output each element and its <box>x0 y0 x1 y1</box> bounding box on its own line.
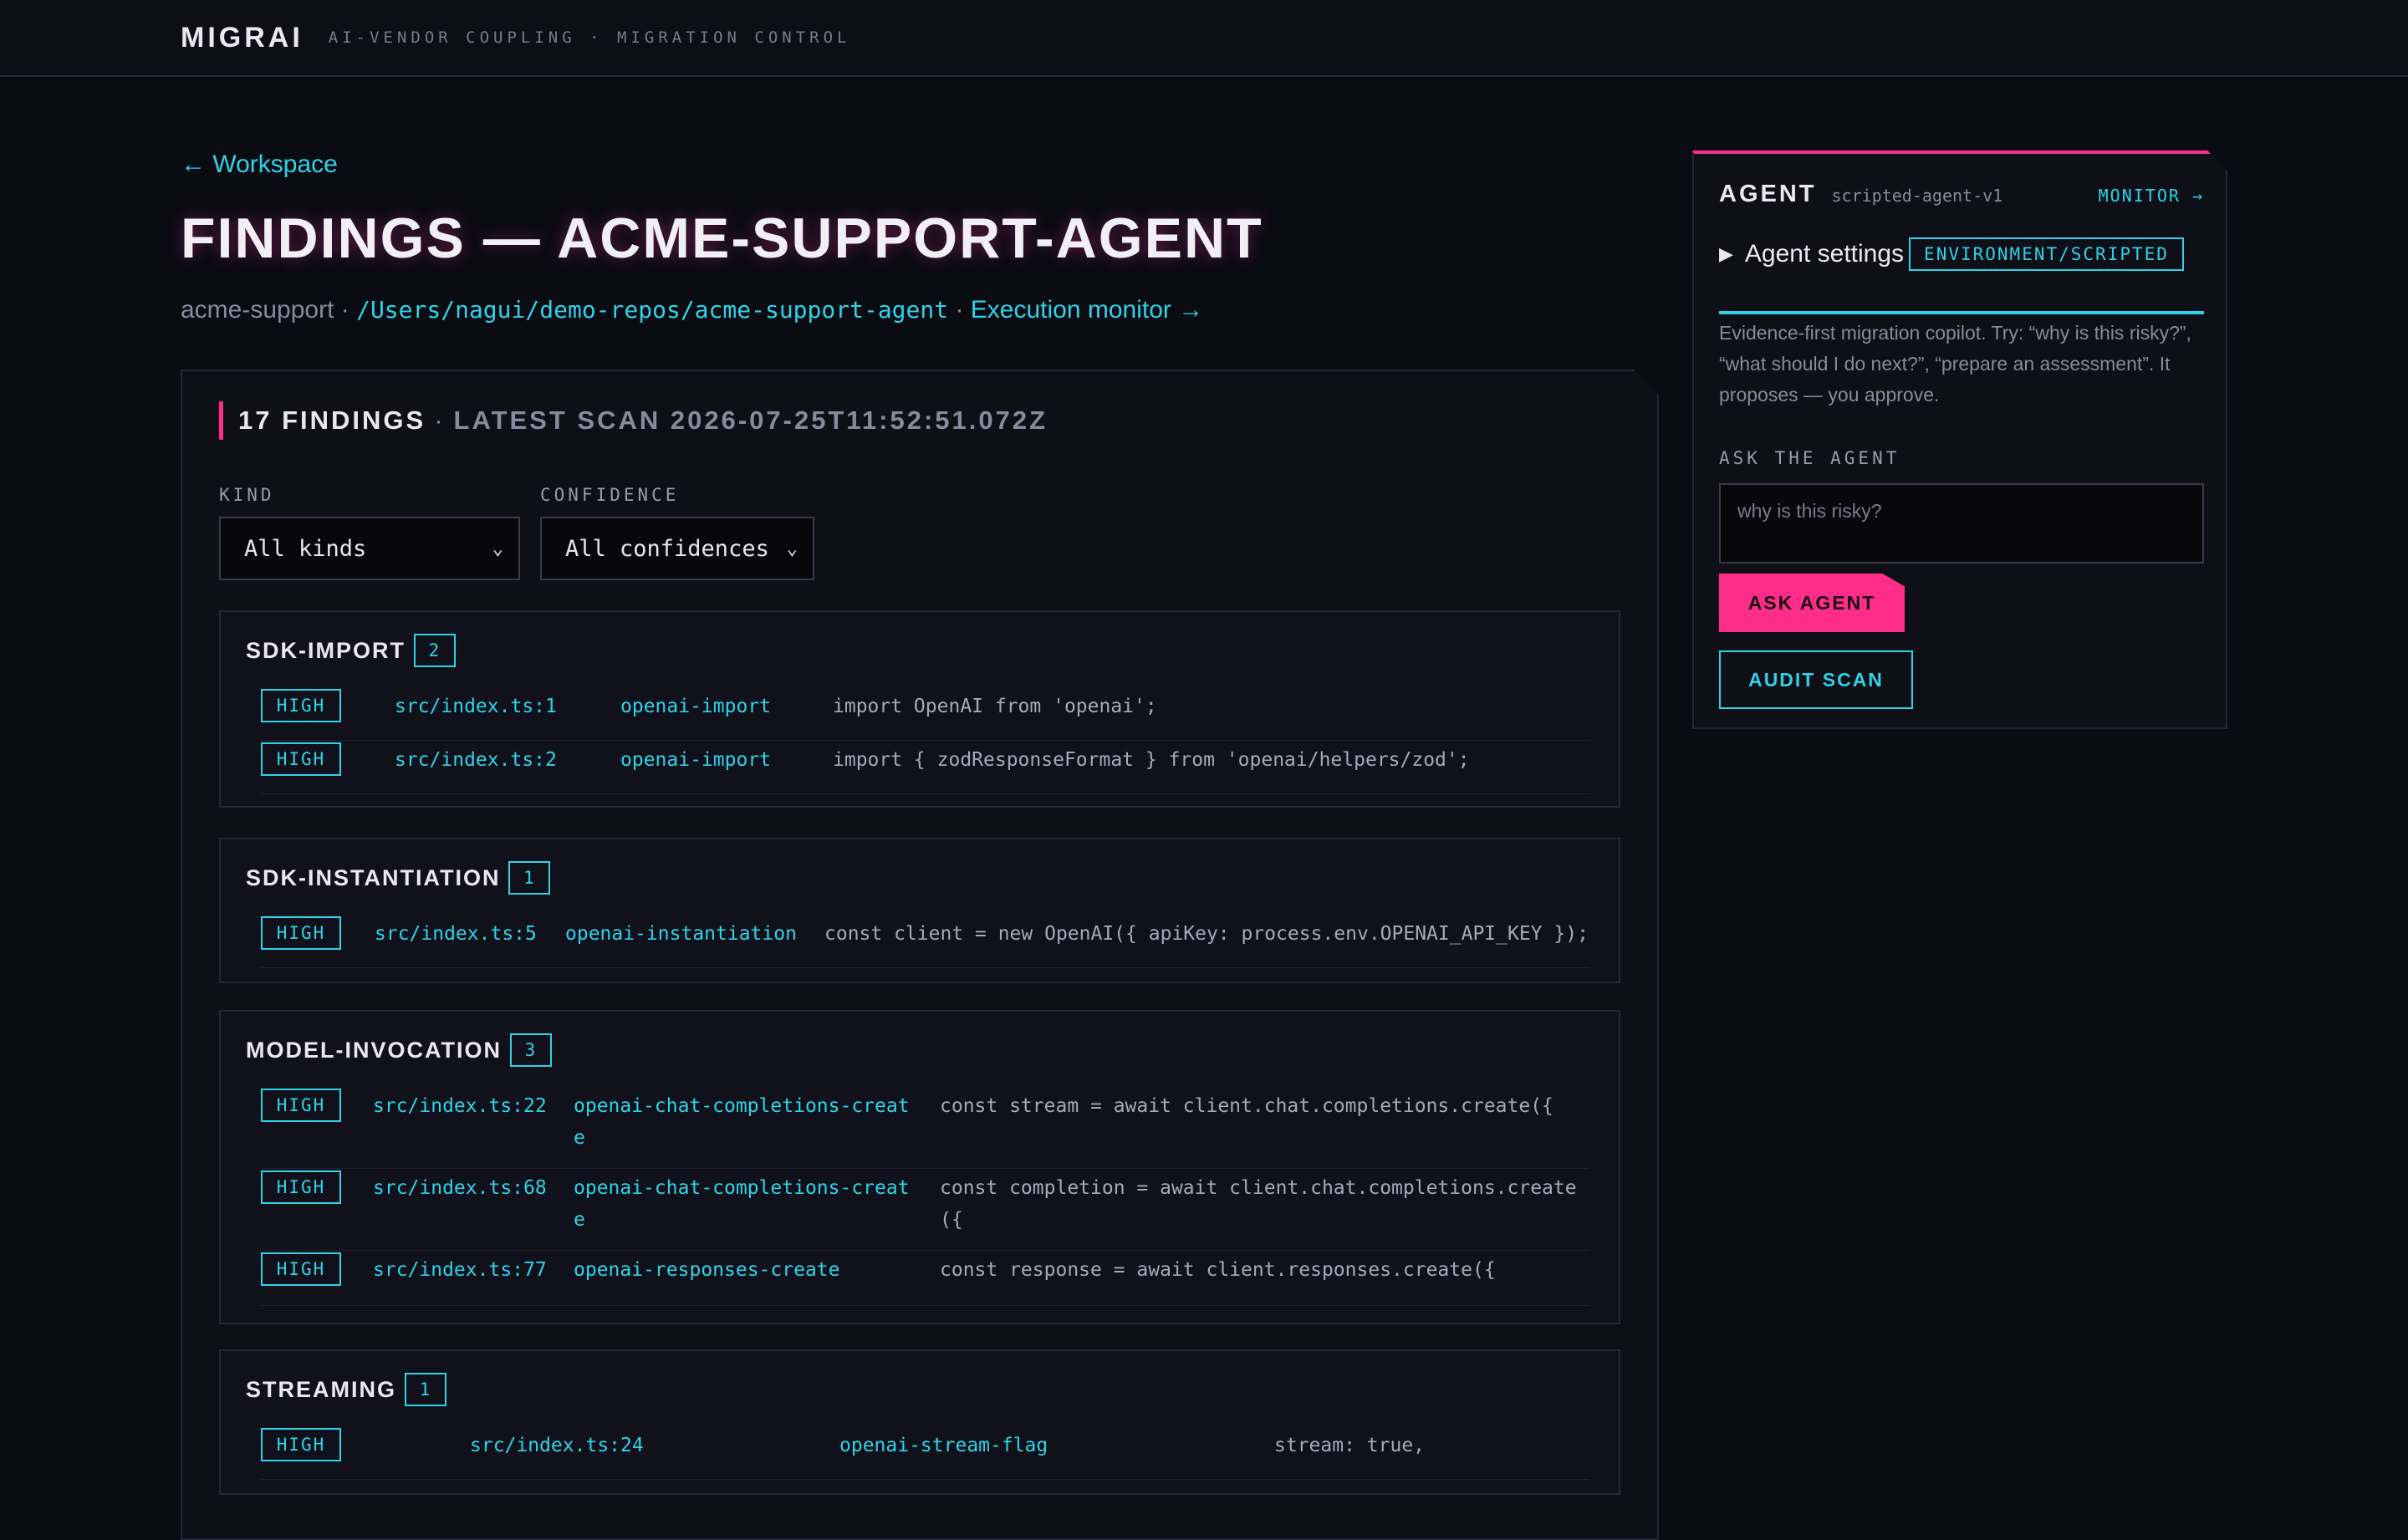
finding-code: stream: true, <box>1274 1435 1426 1456</box>
brand-logo[interactable]: MIGRAI <box>181 22 304 54</box>
kind-select-value: All kinds <box>244 535 367 562</box>
finding-code: const client = new OpenAI({ apiKey: proc… <box>824 923 1589 945</box>
brand-tagline: AI-VENDOR COUPLING · MIGRATION CONTROL <box>328 28 851 47</box>
agent-label: AGENT <box>1719 181 1817 207</box>
panel-corner-notch <box>2207 150 2227 171</box>
findings-count: 17 FINDINGS <box>238 405 426 435</box>
header-separator: · <box>434 405 446 435</box>
finding-rule-wrap: e <box>574 1127 585 1149</box>
group-sdk-instantiation: SDK-INSTANTIATION 1 HIGH src/index.ts:5 … <box>219 838 1620 983</box>
page-header: ← Workspace FINDINGS — ACME-SUPPORT-AGEN… <box>181 150 1661 324</box>
group-title: SDK-INSTANTIATION 1 <box>246 861 551 895</box>
finding-file-link[interactable]: src/index.ts:1 <box>395 696 557 717</box>
group-count-badge: 3 <box>509 1033 552 1067</box>
severity-badge: HIGH <box>261 1252 341 1286</box>
finding-file-link[interactable]: src/index.ts:68 <box>373 1177 547 1199</box>
filters: KIND All kinds ⌄ CONFIDENCE All confiden… <box>219 485 814 580</box>
latest-scan-timestamp: LATEST SCAN 2026-07-25T11:52:51.072Z <box>453 405 1048 435</box>
finding-rule: openai-import <box>620 749 772 771</box>
divider <box>1719 311 2204 314</box>
findings-panel: 17 FINDINGS · LATEST SCAN 2026-07-25T11:… <box>181 370 1659 1540</box>
group-model-invocation: MODEL-INVOCATION 3 HIGH src/index.ts:22 … <box>219 1010 1620 1324</box>
table-row[interactable]: HIGH src/index.ts:2 openai-import import… <box>261 741 1590 794</box>
finding-code: import OpenAI from 'openai'; <box>833 696 1157 717</box>
finding-rule: openai-instantiation <box>565 923 797 945</box>
confidence-filter-label: CONFIDENCE <box>540 485 680 505</box>
ask-agent-label: ASK THE AGENT <box>1719 448 1900 468</box>
finding-rule: openai-import <box>620 696 772 717</box>
finding-code: const completion = await client.chat.com… <box>940 1177 1577 1199</box>
group-title: MODEL-INVOCATION 3 <box>246 1033 552 1067</box>
group-streaming: STREAMING 1 HIGH src/index.ts:24 openai-… <box>219 1349 1620 1495</box>
agent-header: AGENT scripted-agent-v1 MONITOR → <box>1719 181 2204 208</box>
confidence-select-value: All confidences <box>565 535 769 562</box>
finding-code: const stream = await client.chat.complet… <box>940 1095 1553 1117</box>
group-name: STREAMING <box>246 1376 396 1402</box>
group-count-badge: 2 <box>414 634 456 667</box>
page-title: FINDINGS — ACME-SUPPORT-AGENT <box>181 207 1263 270</box>
finding-rule: openai-stream-flag <box>839 1435 1048 1456</box>
severity-badge: HIGH <box>261 1089 341 1122</box>
chevron-down-icon: ⌄ <box>786 538 798 559</box>
severity-badge: HIGH <box>261 742 341 776</box>
severity-badge: HIGH <box>261 916 341 950</box>
confidence-select[interactable]: All confidences ⌄ <box>540 517 814 580</box>
disclosure-triangle-icon: ▶ <box>1719 243 1733 264</box>
finding-file-link[interactable]: src/index.ts:2 <box>395 749 557 771</box>
table-row[interactable]: HIGH src/index.ts:77 openai-responses-cr… <box>261 1251 1590 1306</box>
finding-code-wrap: ({ <box>940 1209 963 1231</box>
ask-agent-input[interactable]: why is this risky? <box>1719 483 2204 563</box>
agent-settings-label: Agent settings <box>1744 240 1905 268</box>
severity-badge: HIGH <box>261 1170 341 1204</box>
severity-badge: HIGH <box>261 689 341 722</box>
monitor-link[interactable]: MONITOR → <box>2099 186 2204 206</box>
audit-scan-button[interactable]: AUDIT SCAN <box>1719 650 1913 709</box>
meta-separator: · <box>948 296 971 324</box>
agent-panel: AGENT scripted-agent-v1 MONITOR → ▶ Agen… <box>1692 150 2227 729</box>
group-count-badge: 1 <box>508 861 551 895</box>
environment-badge: ENVIRONMENT/SCRIPTED <box>1909 237 2184 271</box>
execution-monitor-link[interactable]: Execution monitor → <box>971 296 1203 324</box>
confidence-filter: CONFIDENCE All confidences ⌄ <box>540 485 814 580</box>
group-sdk-import: SDK-IMPORT 2 HIGH src/index.ts:1 openai-… <box>219 610 1620 808</box>
group-title: SDK-IMPORT 2 <box>246 634 456 667</box>
group-count-badge: 1 <box>405 1373 446 1406</box>
repo-path-link[interactable]: /Users/nagui/demo-repos/acme-support-age… <box>356 296 948 324</box>
finding-rule: openai-chat-completions-creat <box>574 1177 910 1199</box>
table-row[interactable]: HIGH src/index.ts:68 openai-chat-complet… <box>261 1169 1590 1251</box>
table-row[interactable]: HIGH src/index.ts:24 openai-stream-flag … <box>261 1426 1590 1480</box>
meta-separator: · <box>334 296 357 324</box>
severity-badge: HIGH <box>261 1428 341 1461</box>
ask-agent-button[interactable]: ASK AGENT <box>1719 574 1905 632</box>
table-row[interactable]: HIGH src/index.ts:22 openai-chat-complet… <box>261 1087 1590 1169</box>
finding-rule-wrap: e <box>574 1209 585 1231</box>
group-name: SDK-IMPORT <box>246 637 406 663</box>
findings-header: 17 FINDINGS · LATEST SCAN 2026-07-25T11:… <box>219 401 1048 440</box>
table-row[interactable]: HIGH src/index.ts:1 openai-import import… <box>261 687 1590 741</box>
group-name: MODEL-INVOCATION <box>246 1037 502 1063</box>
table-row[interactable]: HIGH src/index.ts:5 openai-instantiation… <box>261 915 1590 968</box>
repo-meta: acme-support · /Users/nagui/demo-repos/a… <box>181 296 1661 324</box>
finding-rule: openai-responses-create <box>574 1259 840 1281</box>
agent-description: Evidence-first migration copilot. Try: “… <box>1719 322 2191 405</box>
kind-select[interactable]: All kinds ⌄ <box>219 517 520 580</box>
chevron-down-icon: ⌄ <box>492 538 503 559</box>
panel-corner-notch <box>1634 370 1659 395</box>
agent-settings-toggle[interactable]: ▶ Agent settings ENVIRONMENT/SCRIPTED <box>1719 237 2184 271</box>
kind-filter-label: KIND <box>219 485 275 505</box>
kind-filter: KIND All kinds ⌄ <box>219 485 520 580</box>
finding-file-link[interactable]: src/index.ts:77 <box>373 1259 547 1281</box>
agent-version: scripted-agent-v1 <box>1831 186 2003 206</box>
org-name: acme-support <box>181 296 334 324</box>
finding-code: const response = await client.responses.… <box>940 1259 1496 1281</box>
finding-file-link[interactable]: src/index.ts:24 <box>470 1435 644 1456</box>
top-bar: MIGRAI AI-VENDOR COUPLING · MIGRATION CO… <box>0 0 2408 77</box>
back-to-workspace-link[interactable]: ← Workspace <box>181 150 338 179</box>
group-title: STREAMING 1 <box>246 1373 446 1406</box>
group-name: SDK-INSTANTIATION <box>246 864 501 890</box>
finding-rule: openai-chat-completions-creat <box>574 1095 910 1117</box>
finding-file-link[interactable]: src/index.ts:5 <box>375 923 537 945</box>
finding-file-link[interactable]: src/index.ts:22 <box>373 1095 547 1117</box>
finding-code: import { zodResponseFormat } from 'opena… <box>833 749 1470 771</box>
